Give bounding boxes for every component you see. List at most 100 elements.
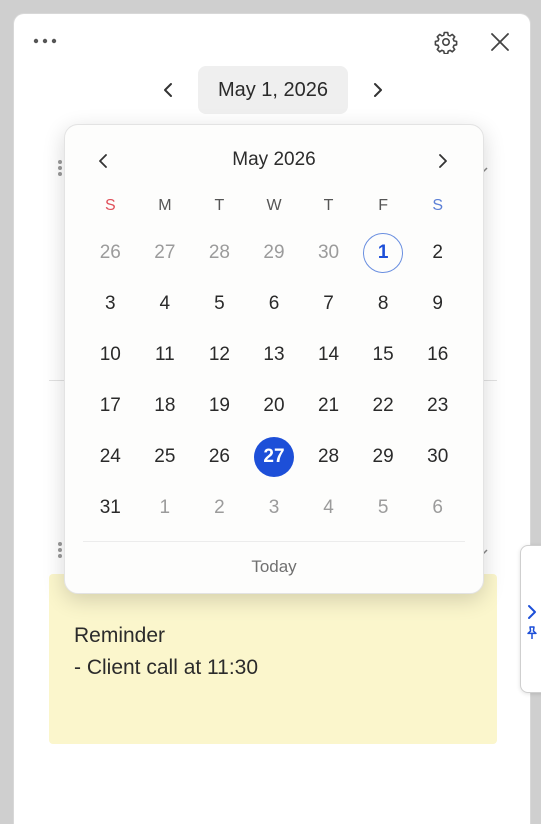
calendar-month-label: May 2026 — [232, 149, 316, 170]
calendar-week: 3 4 5 6 7 8 9 — [83, 283, 465, 325]
calendar-day[interactable]: 12 — [192, 334, 247, 376]
calendar-day[interactable]: 28 — [301, 436, 356, 478]
weekday-label: S — [104, 197, 116, 214]
calendar-day[interactable]: 20 — [247, 385, 302, 427]
day-number: 9 — [432, 293, 443, 314]
chevron-right-icon[interactable] — [526, 604, 538, 625]
day-number: 27 — [253, 437, 294, 477]
day-number: 20 — [263, 395, 285, 416]
calendar-day[interactable]: 15 — [356, 334, 411, 376]
day-number: 18 — [154, 395, 176, 416]
day-number: 3 — [104, 293, 116, 314]
day-number: 10 — [99, 344, 121, 365]
calendar-day[interactable]: 29 — [356, 436, 411, 478]
calendar-day[interactable]: 5 — [356, 487, 411, 529]
day-number: 6 — [268, 293, 280, 314]
today-button[interactable]: Today — [65, 557, 483, 577]
calendar-day[interactable]: 5 — [192, 283, 247, 325]
day-number: 13 — [263, 344, 285, 365]
calendar-day[interactable]: 26 — [83, 232, 138, 274]
weekday-header: S M T W T F S — [83, 197, 465, 215]
calendar-day[interactable]: 30 — [410, 436, 465, 478]
day-number: 30 — [427, 446, 449, 467]
next-month-button[interactable] — [431, 149, 455, 173]
calendar-day-today[interactable]: 27 — [247, 436, 302, 478]
weekday-label: T — [323, 197, 334, 214]
calendar-day[interactable]: 29 — [247, 232, 302, 274]
calendar-day[interactable]: 11 — [138, 334, 193, 376]
calendar-day[interactable]: 7 — [301, 283, 356, 325]
day-number: 22 — [372, 395, 394, 416]
calendar-day[interactable]: 4 — [301, 487, 356, 529]
calendar-day[interactable]: 1 — [138, 487, 193, 529]
calendar-day[interactable]: 25 — [138, 436, 193, 478]
calendar-day[interactable]: 3 — [247, 487, 302, 529]
calendar-day[interactable]: 31 — [83, 487, 138, 529]
calendar-day[interactable]: 27 — [138, 232, 193, 274]
calendar-divider — [83, 541, 465, 542]
more-options-icon[interactable] — [32, 32, 58, 50]
calendar-header: May 2026 — [65, 143, 483, 179]
calendar-day[interactable]: 9 — [410, 283, 465, 325]
day-number: 29 — [372, 446, 394, 467]
calendar-day[interactable]: 26 — [192, 436, 247, 478]
day-number: 16 — [427, 344, 449, 365]
day-number: 27 — [154, 242, 176, 263]
weekday-label: S — [432, 197, 444, 214]
calendar-day[interactable]: 22 — [356, 385, 411, 427]
next-day-button[interactable] — [366, 78, 390, 102]
calendar-day[interactable]: 24 — [83, 436, 138, 478]
close-icon[interactable] — [486, 28, 514, 56]
day-number: 11 — [154, 344, 175, 365]
weekday-label: T — [214, 197, 225, 214]
sticky-note[interactable]: Reminder - Client call at 11:30 — [49, 574, 497, 744]
calendar-day[interactable]: 23 — [410, 385, 465, 427]
date-navigation: May 1, 2026 — [14, 66, 530, 114]
pin-icon[interactable] — [525, 626, 539, 645]
calendar-day[interactable]: 6 — [247, 283, 302, 325]
date-picker-popup: May 2026 S M T W T F S 26 27 28 29 30 1 … — [64, 124, 484, 594]
calendar-day[interactable]: 17 — [83, 385, 138, 427]
day-number: 24 — [99, 446, 121, 467]
calendar-week: 24 25 26 27 28 29 30 — [83, 436, 465, 478]
gear-icon[interactable] — [432, 28, 460, 56]
day-number: 4 — [159, 293, 171, 314]
day-number: 23 — [427, 395, 449, 416]
day-number: 26 — [99, 242, 121, 263]
calendar-day[interactable]: 16 — [410, 334, 465, 376]
previous-day-button[interactable] — [156, 78, 180, 102]
note-line: - Client call at 11:30 — [74, 656, 259, 679]
day-number: 8 — [377, 293, 389, 314]
calendar-day[interactable]: 18 — [138, 385, 193, 427]
weekday-label: W — [266, 197, 282, 214]
calendar-day-selected[interactable]: 1 — [356, 232, 411, 274]
calendar-week: 26 27 28 29 30 1 2 — [83, 232, 465, 274]
calendar-day[interactable]: 19 — [192, 385, 247, 427]
current-date-button[interactable]: May 1, 2026 — [198, 66, 348, 114]
calendar-day[interactable]: 2 — [192, 487, 247, 529]
calendar-day[interactable]: 28 — [192, 232, 247, 274]
calendar-day[interactable]: 6 — [410, 487, 465, 529]
day-number: 6 — [432, 497, 443, 518]
day-number: 29 — [263, 242, 285, 263]
day-number: 26 — [208, 446, 230, 467]
calendar-day[interactable]: 14 — [301, 334, 356, 376]
day-number: 2 — [432, 242, 443, 263]
day-number: 28 — [317, 446, 340, 467]
day-number: 5 — [377, 497, 389, 518]
day-number: 17 — [99, 395, 121, 416]
calendar-day[interactable]: 2 — [410, 232, 465, 274]
day-number: 5 — [214, 293, 225, 314]
calendar-day[interactable]: 21 — [301, 385, 356, 427]
calendar-day[interactable]: 8 — [356, 283, 411, 325]
day-number: 3 — [268, 497, 280, 518]
day-number: 7 — [323, 293, 334, 314]
calendar-day[interactable]: 4 — [138, 283, 193, 325]
side-tab[interactable] — [520, 545, 541, 693]
day-number: 12 — [208, 344, 230, 365]
calendar-day[interactable]: 13 — [247, 334, 302, 376]
calendar-day[interactable]: 30 — [301, 232, 356, 274]
calendar-day[interactable]: 3 — [83, 283, 138, 325]
day-number: 19 — [208, 395, 230, 416]
calendar-day[interactable]: 10 — [83, 334, 138, 376]
